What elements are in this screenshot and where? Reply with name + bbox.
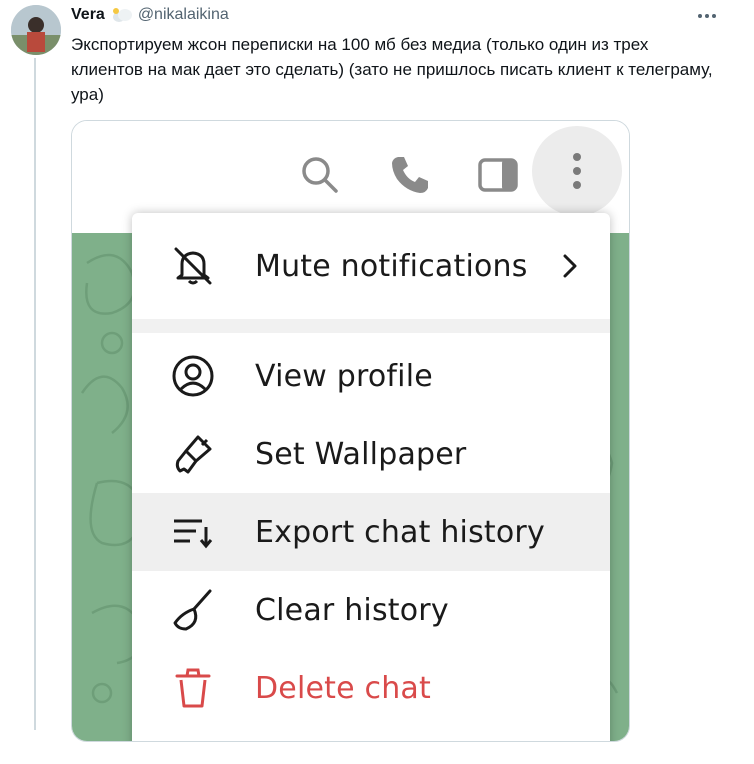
mute-bell-icon xyxy=(170,243,216,289)
chat-context-menu: Mute notifications View profile Set Wall… xyxy=(132,213,610,741)
chevron-right-icon xyxy=(560,252,580,280)
avatar[interactable] xyxy=(11,5,61,55)
menu-item-export-chat-history[interactable]: Export chat history xyxy=(132,493,610,571)
more-dots-icon[interactable] xyxy=(690,4,724,28)
vertical-dots-icon xyxy=(573,153,581,189)
menu-item-label: Clear history xyxy=(255,592,449,628)
cloud-emoji-icon xyxy=(111,7,133,23)
tweet-media-screenshot[interactable]: Mute notifications View profile Set Wall… xyxy=(71,120,630,742)
menu-item-label: Mute notifications xyxy=(255,248,528,284)
search-icon[interactable] xyxy=(296,151,344,199)
sort-list-icon xyxy=(170,509,216,555)
menu-item-label: Set Wallpaper xyxy=(255,436,467,472)
phone-icon[interactable] xyxy=(386,151,434,199)
menu-item-mute-notifications[interactable]: Mute notifications xyxy=(132,227,610,305)
menu-item-set-wallpaper[interactable]: Set Wallpaper xyxy=(132,415,610,493)
tweet-header: Vera @nikalaikina xyxy=(71,5,229,25)
sidebar-toggle-icon[interactable] xyxy=(474,151,522,199)
brush-icon xyxy=(170,431,216,477)
broom-icon xyxy=(170,587,216,633)
menu-item-clear-history[interactable]: Clear history xyxy=(132,571,610,649)
menu-item-view-profile[interactable]: View profile xyxy=(132,337,610,415)
profile-icon xyxy=(170,353,216,399)
menu-item-label: Export chat history xyxy=(255,514,545,550)
tweet-text: Экспортируем жсон переписки на 100 мб бе… xyxy=(71,35,713,104)
menu-item-label: View profile xyxy=(255,358,433,394)
menu-item-label: Delete chat xyxy=(255,670,431,706)
header-menu-button[interactable] xyxy=(532,126,622,216)
menu-item-delete-chat[interactable]: Delete chat xyxy=(132,649,610,727)
menu-separator xyxy=(132,319,610,333)
author-handle[interactable]: @nikalaikina xyxy=(138,6,229,24)
thread-line xyxy=(34,58,36,730)
author-name[interactable]: Vera xyxy=(71,6,105,24)
trash-icon xyxy=(170,665,216,711)
